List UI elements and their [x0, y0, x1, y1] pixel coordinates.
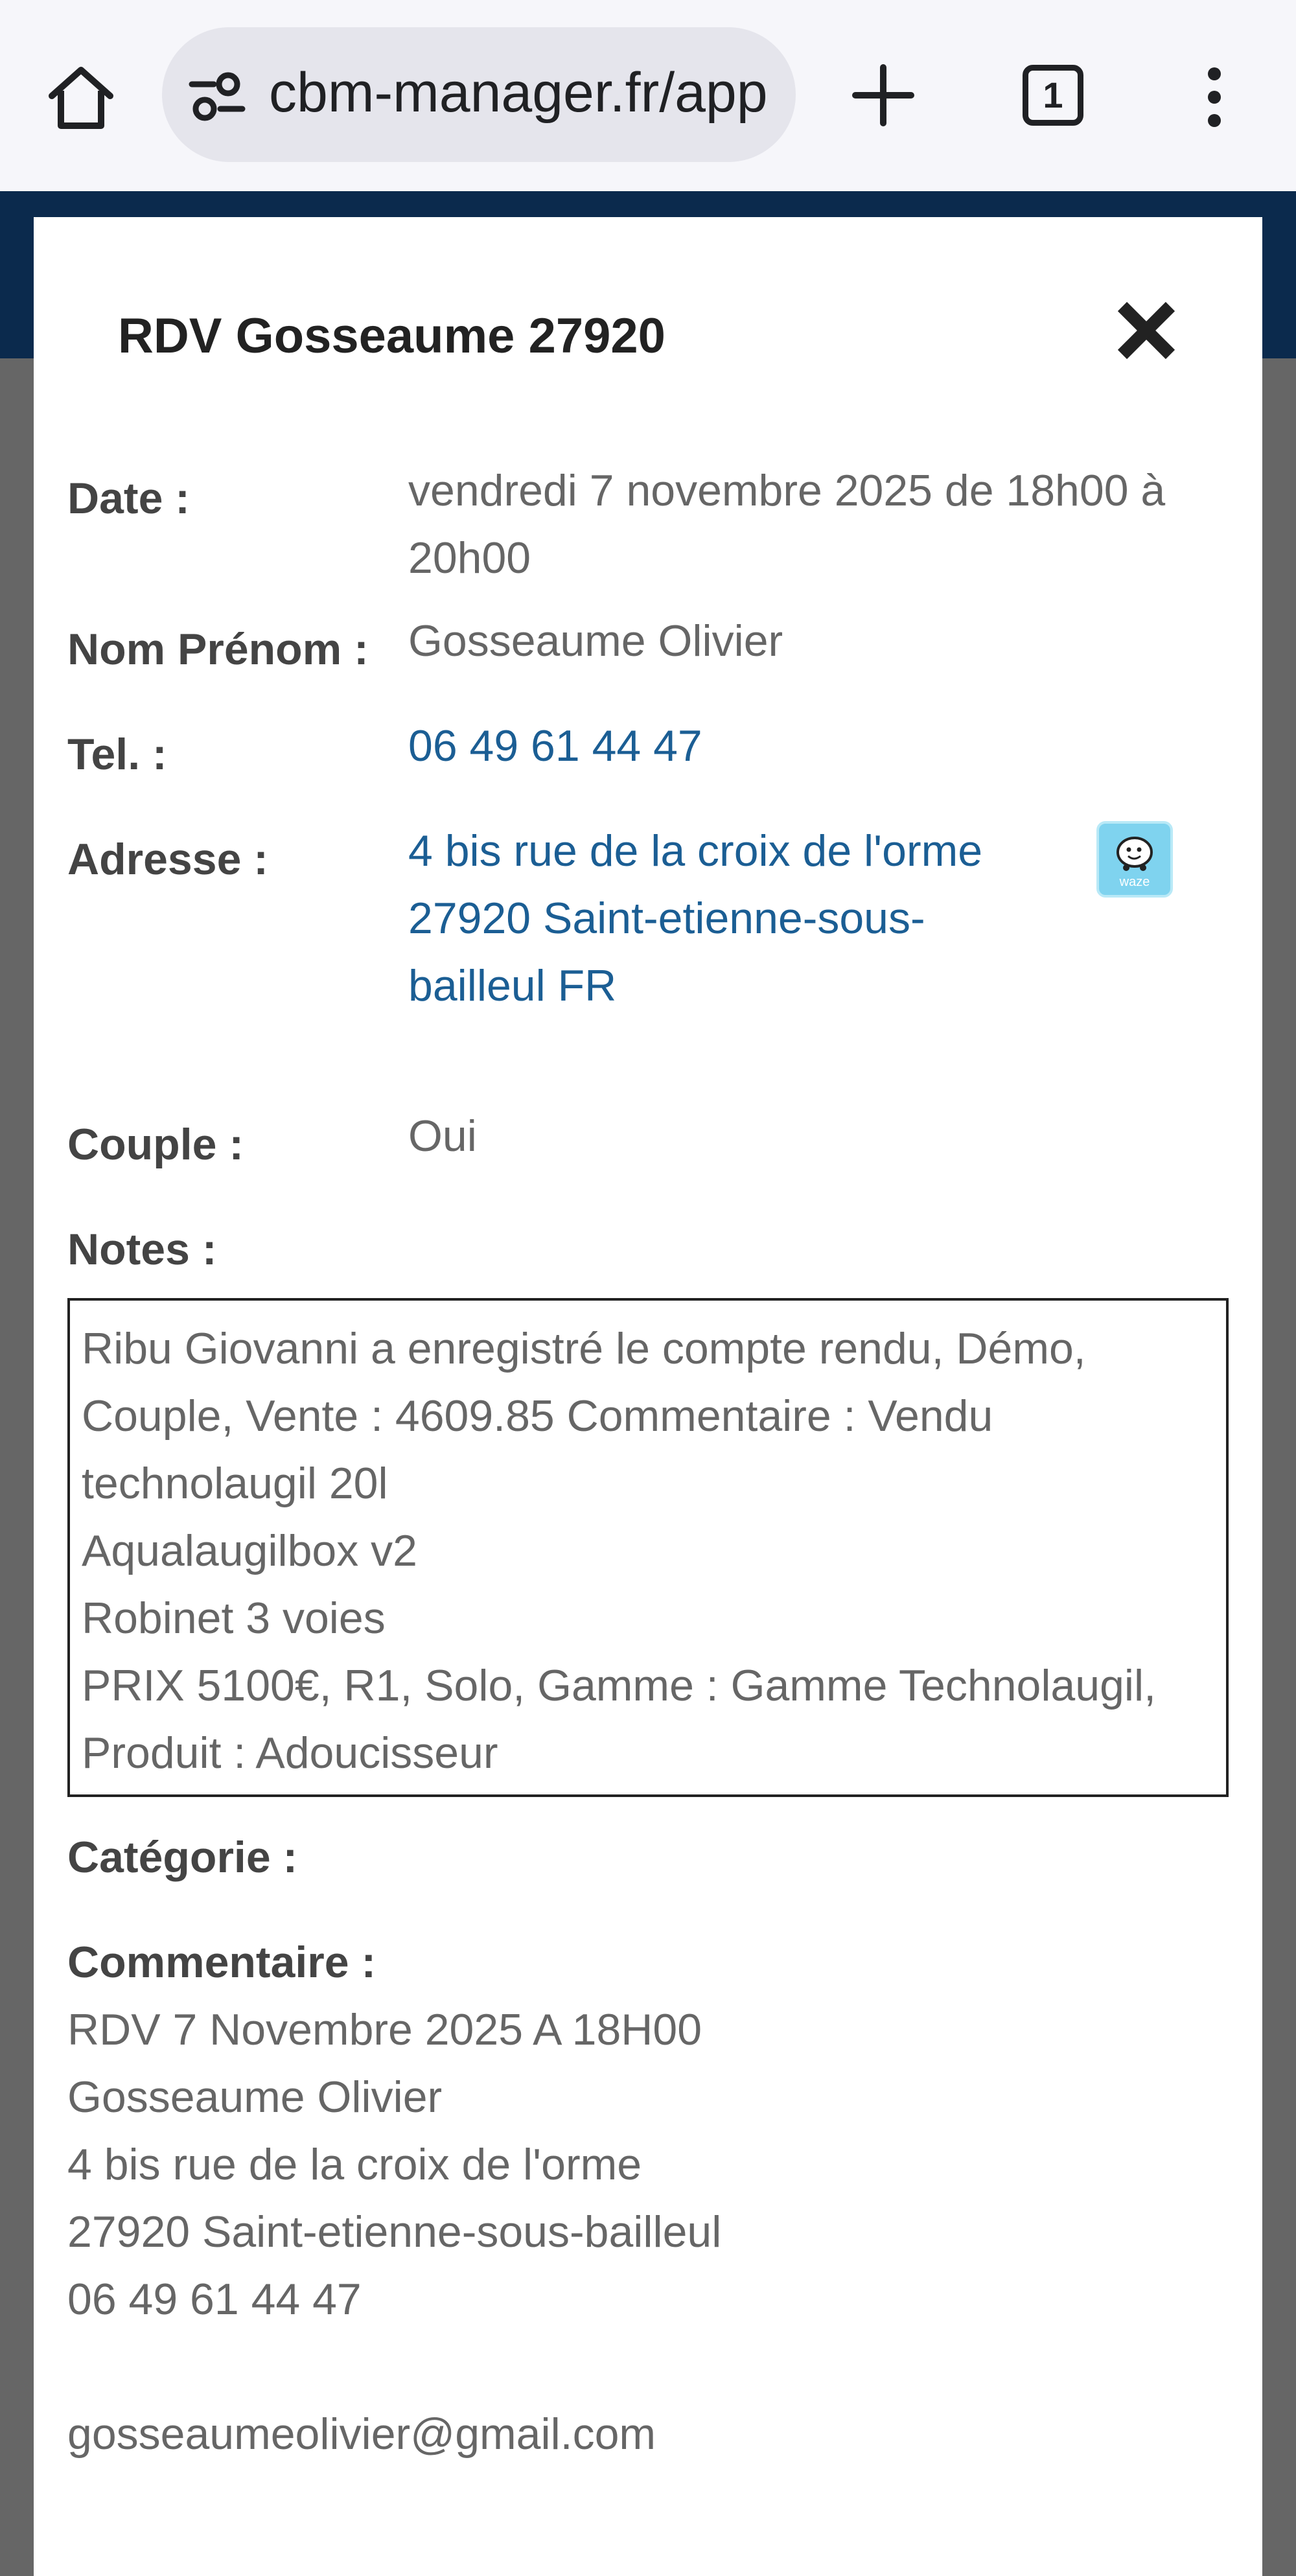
address-link[interactable]: 4 bis rue de la croix de l'orme 27920 Sa… [408, 817, 982, 1019]
url-text: cbm-manager.fr/app [269, 62, 768, 124]
browser-toolbar: cbm-manager.fr/app 1 [0, 0, 1296, 191]
date-value-line1: vendredi 7 novembre 2025 de 18h00 à [408, 466, 1166, 515]
more-menu-icon[interactable] [1200, 65, 1229, 130]
date-value-line2: 20h00 [408, 533, 531, 583]
couple-label: Couple : [67, 1120, 244, 1169]
notes-line: Robinet 3 voies [82, 1594, 386, 1643]
close-icon[interactable] [1111, 295, 1182, 366]
notes-line: Ribu Giovanni a enregistré le compte ren… [82, 1324, 1086, 1373]
address-bar[interactable]: cbm-manager.fr/app [162, 27, 796, 162]
comment-line: 27920 Saint-etienne-sous-bailleul [67, 2207, 722, 2257]
tel-link[interactable]: 06 49 61 44 47 [408, 712, 702, 780]
name-value: Gosseaume Olivier [408, 616, 783, 666]
notes-line: PRIX 5100€, R1, Solo, Gamme : Gamme Tech… [82, 1661, 1156, 1710]
address-line1: 4 bis rue de la croix de l'orme [408, 826, 983, 876]
category-label: Catégorie : [67, 1833, 298, 1882]
notes-box[interactable]: Ribu Giovanni a enregistré le compte ren… [67, 1298, 1229, 1797]
address-label: Adresse : [67, 835, 268, 884]
notes-line: technolaugil 20l [82, 1459, 388, 1508]
address-line2: 27920 Saint-etienne-sous- [408, 894, 925, 943]
comment-line: Gosseaume Olivier [67, 2072, 443, 2122]
comment-line [67, 2333, 721, 2400]
waze-logo-icon: waze [1117, 837, 1153, 889]
comment-label: Commentaire : [67, 1938, 376, 1987]
modal-title: RDV Gosseaume 27920 [118, 308, 665, 364]
appointment-modal: RDV Gosseaume 27920 Date : vendredi 7 no… [34, 217, 1262, 2576]
name-label: Nom Prénom : [67, 625, 369, 674]
tel-label: Tel. : [67, 730, 167, 779]
notes-line: Aqualaugilbox v2 [82, 1526, 417, 1575]
comment-line: 4 bis rue de la croix de l'orme [67, 2140, 642, 2189]
notes-label: Notes : [67, 1225, 217, 1274]
date-label: Date : [67, 474, 190, 523]
waze-text: waze [1119, 875, 1150, 889]
tab-switcher-button[interactable]: 1 [1023, 65, 1083, 126]
waze-icon[interactable]: waze [1096, 821, 1173, 898]
date-value: vendredi 7 novembre 2025 de 18h00 à 20h0… [408, 457, 1165, 592]
home-icon[interactable] [45, 65, 117, 130]
couple-value: Oui [408, 1111, 477, 1161]
new-tab-icon[interactable] [848, 60, 919, 131]
notes-line: Couple, Vente : 4609.85 Commentaire : Ve… [82, 1391, 993, 1441]
comment-email: gosseaumeolivier@gmail.com [67, 2409, 656, 2459]
address-line3: bailleul FR [408, 961, 617, 1010]
comment-line: RDV 7 Novembre 2025 A 18H00 [67, 2005, 702, 2054]
site-settings-icon[interactable] [188, 67, 246, 126]
notes-line: Produit : Adoucisseur [82, 1728, 498, 1778]
comment-line: 06 49 61 44 47 [67, 2275, 362, 2324]
comment-text: RDV 7 Novembre 2025 A 18H00 Gosseaume Ol… [67, 1996, 721, 2468]
